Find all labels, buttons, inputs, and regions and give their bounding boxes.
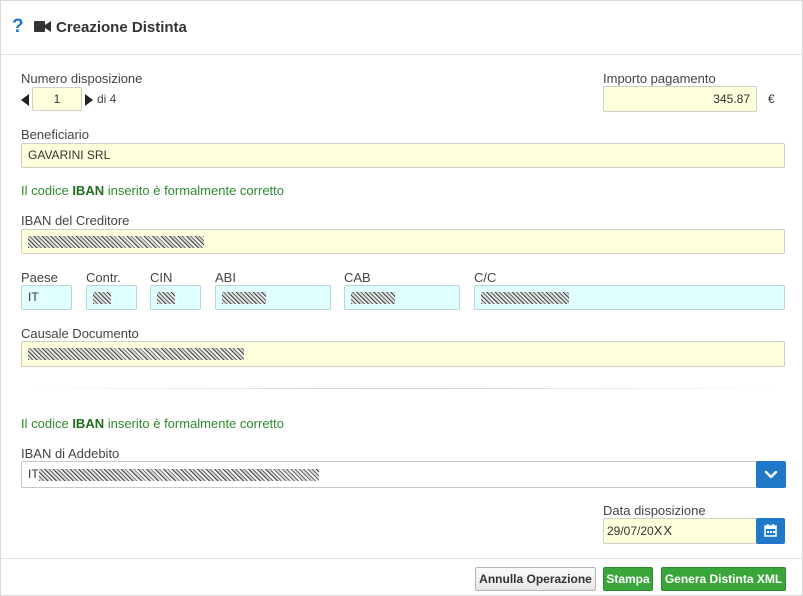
date-value-masked: XX — [653, 523, 674, 538]
currency-symbol: € — [768, 92, 775, 106]
redacted-value — [351, 291, 395, 304]
redacted-value — [93, 291, 111, 304]
iban-valid-keyword: IBAN — [72, 183, 105, 198]
amount-label: Importo pagamento — [603, 71, 716, 86]
redacted-value — [481, 291, 569, 304]
redacted-value — [28, 235, 204, 248]
cc-label: C/C — [474, 270, 497, 285]
debit-iban-select[interactable]: IT — [21, 461, 758, 488]
redacted-value — [222, 291, 266, 304]
contr-input[interactable] — [86, 285, 137, 310]
contr-label: Contr. — [86, 270, 121, 285]
redacted-value — [157, 291, 175, 304]
dialog-window: ? Creazione Distinta Numero disposizione… — [0, 0, 803, 596]
date-label: Data disposizione — [603, 503, 706, 518]
date-input[interactable]: 29/07/20XX — [603, 518, 757, 544]
dialog-footer: Annulla Operazione Stampa Genera Distint… — [1, 558, 803, 596]
print-button[interactable]: Stampa — [603, 567, 653, 591]
cc-input[interactable] — [474, 285, 785, 310]
beneficiary-input[interactable]: GAVARINI SRL — [21, 143, 785, 168]
dropdown-button[interactable] — [756, 461, 786, 488]
debit-iban-prefix: IT — [28, 467, 39, 481]
disposition-number-input[interactable]: 1 — [32, 87, 82, 111]
abi-label: ABI — [215, 270, 236, 285]
video-camera-icon[interactable] — [34, 20, 51, 33]
redacted-value — [38, 468, 319, 481]
causale-label: Causale Documento — [21, 326, 139, 341]
cin-label: CIN — [150, 270, 173, 285]
debit-iban-label: IBAN di Addebito — [21, 446, 120, 461]
creditor-iban-input[interactable] — [21, 229, 785, 254]
cab-label: CAB — [344, 270, 371, 285]
redacted-value — [28, 347, 244, 360]
calendar-icon — [764, 524, 777, 537]
question-icon[interactable]: ? — [12, 16, 24, 38]
cab-input[interactable] — [344, 285, 460, 310]
next-arrow-icon[interactable] — [85, 94, 93, 106]
dialog-title: Creazione Distinta — [56, 19, 187, 36]
previous-arrow-icon[interactable] — [21, 94, 29, 106]
iban-valid-keyword: IBAN — [72, 416, 105, 431]
amount-input[interactable]: 345.87 — [603, 86, 757, 112]
iban-valid-suffix: inserito è formalmente corretto — [104, 183, 284, 198]
calendar-button[interactable] — [756, 518, 785, 544]
iban-valid-message: Il codice IBAN inserito è formalmente co… — [21, 183, 284, 198]
generate-xml-button[interactable]: Genera Distinta XML — [661, 567, 786, 591]
section-divider — [21, 388, 784, 389]
abi-input[interactable] — [215, 285, 331, 310]
causale-input[interactable] — [21, 341, 785, 367]
disposition-total: di 4 — [97, 92, 117, 106]
iban-valid-message: Il codice IBAN inserito è formalmente co… — [21, 416, 284, 431]
paese-label: Paese — [21, 270, 58, 285]
cancel-button[interactable]: Annulla Operazione — [475, 567, 596, 591]
creditor-iban-label: IBAN del Creditore — [21, 213, 130, 228]
iban-valid-prefix: Il codice — [21, 183, 73, 198]
paese-input[interactable]: IT — [21, 285, 72, 310]
beneficiary-label: Beneficiario — [21, 127, 89, 142]
chevron-down-icon — [764, 470, 778, 479]
iban-valid-prefix: Il codice — [21, 416, 73, 431]
dialog-header: ? Creazione Distinta — [1, 1, 803, 55]
iban-valid-suffix: inserito è formalmente corretto — [104, 416, 284, 431]
disposition-label: Numero disposizione — [21, 71, 143, 86]
date-value: 29/07/20 — [607, 524, 654, 538]
cin-input[interactable] — [150, 285, 201, 310]
